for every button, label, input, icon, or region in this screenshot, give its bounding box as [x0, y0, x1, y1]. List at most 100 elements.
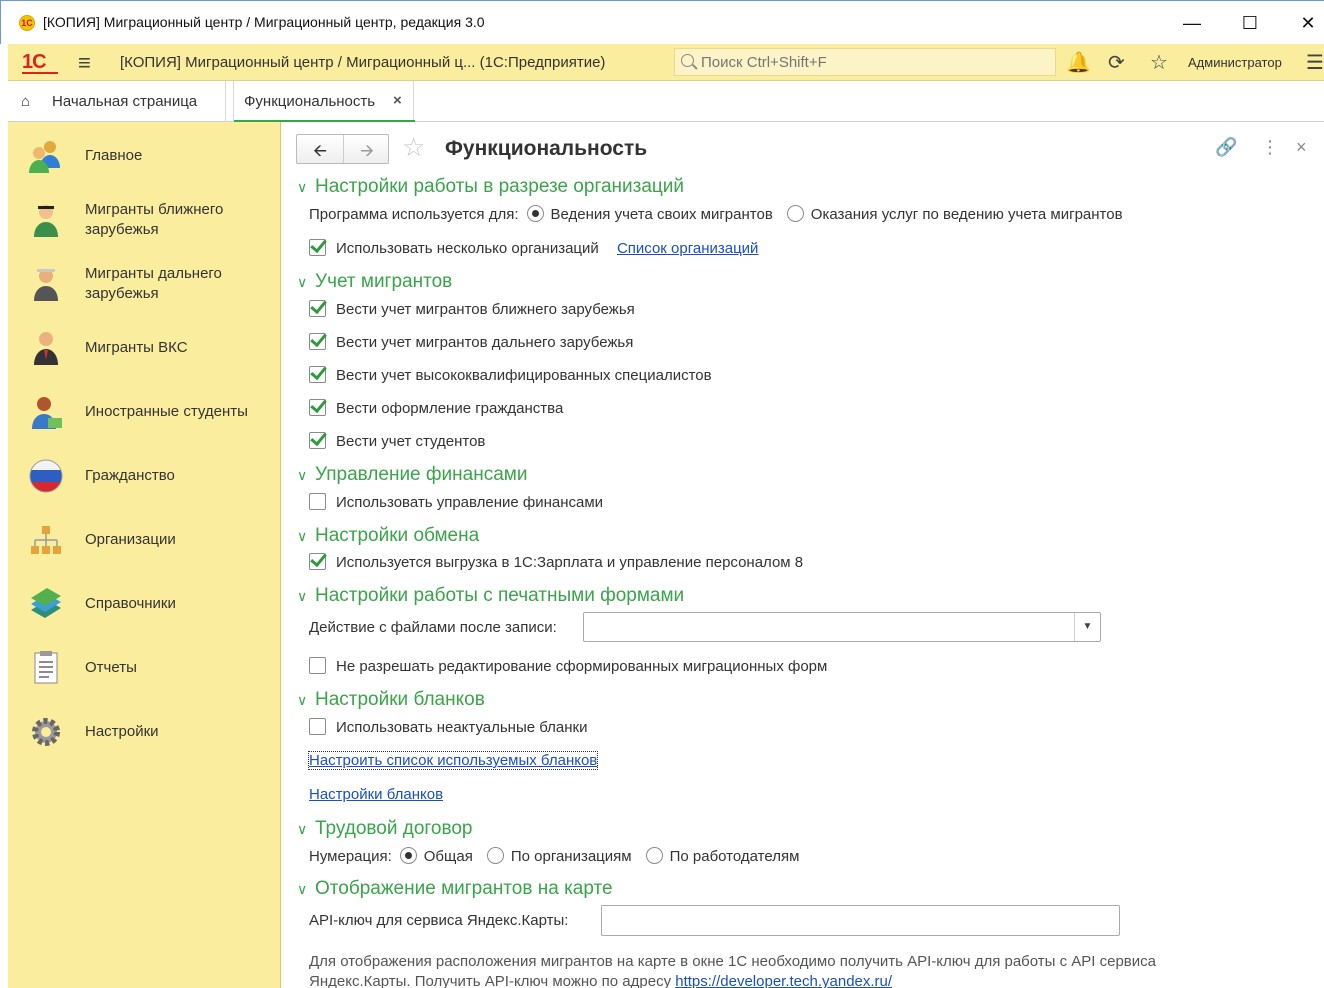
checkbox-finance[interactable]	[309, 493, 326, 510]
tab-home[interactable]: ⌂ Начальная страница	[8, 81, 226, 122]
section-title: Трудовой договор	[315, 818, 473, 839]
sidebar-item-students[interactable]: Иностранные студенты	[8, 382, 281, 442]
radio-common[interactable]	[399, 847, 417, 864]
link-row: Настройки бланков	[309, 786, 443, 803]
user-name[interactable]: Администратор	[1188, 55, 1282, 70]
forward-button[interactable]: 🡪	[344, 138, 390, 162]
app-logo-icon: 1С	[19, 15, 35, 31]
map-note-line1: Для отображения расположения мигрантов н…	[309, 953, 1156, 970]
checkbox-row: Используется выгрузка в 1С:Зарплата и уп…	[309, 553, 803, 571]
checkbox-row: Вести учет мигрантов ближнего зарубежья	[309, 300, 635, 318]
search-input[interactable]	[701, 52, 1041, 72]
sidebar-item-reports[interactable]: Отчеты	[8, 638, 281, 698]
bell-icon[interactable]: 🔔	[1066, 50, 1091, 75]
sidebar-item-label: Главное	[85, 147, 143, 164]
sidebar-item-catalogs[interactable]: Справочники	[8, 574, 281, 634]
file-action-select[interactable]: ▼	[583, 612, 1101, 642]
close-window-button[interactable]: ✕	[1285, 7, 1324, 39]
section-blanks[interactable]: ∨ Настройки бланков	[297, 689, 485, 711]
checkbox-label[interactable]: Не разрешать редактирование сформированн…	[336, 658, 827, 675]
checkbox-label[interactable]: Вести оформление гражданства	[336, 400, 563, 417]
checkbox-far-migrants[interactable]	[309, 333, 326, 350]
sidebar-item-vks[interactable]: Мигранты ВКС	[8, 318, 281, 378]
section-title: Настройки работы в разрезе организаций	[315, 176, 685, 197]
tabs-bar: ⌂ Начальная страница Функциональность ×	[8, 81, 1324, 123]
api-key-input[interactable]	[601, 905, 1120, 936]
more-actions-icon[interactable]: ⋮	[1261, 137, 1279, 158]
navigation-buttons: 🡨 🡪	[296, 134, 389, 164]
configure-blanks-list-link[interactable]: Настроить список используемых бланков	[307, 751, 599, 770]
radio-by-employers[interactable]	[645, 847, 663, 864]
checkbox-label[interactable]: Использовать неактуальные бланки	[336, 719, 588, 736]
sidebar-item-label: Мигранты дальнего зарубежья	[85, 265, 222, 302]
section-migrants-accounting[interactable]: ∨ Учет мигрантов	[297, 271, 452, 293]
checkbox-label[interactable]: Использовать управление финансами	[336, 494, 603, 511]
dropdown-arrow-icon[interactable]: ▼	[1074, 613, 1100, 641]
org-tree-icon	[31, 526, 61, 554]
brand-logo[interactable]: 1С	[22, 51, 47, 74]
checkbox-multi-org-label[interactable]: Использовать несколько организаций	[336, 240, 599, 257]
blanks-settings-link[interactable]: Настройки бланков	[309, 786, 443, 803]
checkbox-label[interactable]: Вести учет высококвалифицированных специ…	[336, 367, 712, 384]
settings-menu-icon[interactable]: ☰	[1306, 50, 1324, 75]
org-list-link[interactable]: Список организаций	[617, 240, 758, 257]
sidebar-item-far-migrants[interactable]: Мигранты дальнего зарубежья	[8, 254, 281, 314]
checkbox-zup-export[interactable]	[309, 553, 326, 570]
radio-services[interactable]	[786, 205, 804, 222]
radio-own-migrants[interactable]	[526, 205, 544, 222]
checkbox-students[interactable]	[309, 432, 326, 449]
radio-by-organizations[interactable]	[486, 847, 504, 864]
search-box[interactable]	[674, 48, 1056, 76]
section-labor-contract[interactable]: ∨ Трудовой договор	[297, 818, 473, 840]
tab-functionality[interactable]: Функциональность ×	[233, 81, 415, 123]
checkbox-label[interactable]: Вести учет мигрантов дальнего зарубежья	[336, 334, 633, 351]
chevron-down-icon: ∨	[297, 467, 308, 483]
radio-by-employers-label[interactable]: По работодателям	[670, 848, 800, 865]
checkbox-multi-org[interactable]	[309, 239, 326, 256]
checkbox-label[interactable]: Вести учет студентов	[336, 433, 485, 450]
sidebar-item-citizenship[interactable]: Гражданство	[8, 446, 281, 506]
sidebar-item-settings[interactable]: Настройки	[8, 702, 281, 762]
sidebar-item-organizations[interactable]: Организации	[8, 510, 281, 570]
radio-services-label[interactable]: Оказания услуг по ведению учета мигранто…	[811, 206, 1123, 223]
favorite-star-icon[interactable]: ☆	[402, 134, 425, 160]
sidebar-item-main[interactable]: Главное	[8, 126, 281, 186]
section-exchange[interactable]: ∨ Настройки обмена	[297, 525, 479, 547]
sidebar-item-label: Гражданство	[85, 467, 175, 484]
specialist-icon	[34, 332, 58, 365]
numbering-label: Нумерация:	[309, 848, 392, 865]
favorites-star-icon[interactable]: ☆	[1150, 50, 1168, 75]
report-icon	[34, 651, 58, 684]
chevron-down-icon: ∨	[297, 821, 308, 837]
chevron-down-icon: ∨	[297, 588, 308, 604]
section-organizations[interactable]: ∨ Настройки работы в разрезе организаций	[297, 176, 684, 198]
section-map[interactable]: ∨ Отображение мигрантов на карте	[297, 878, 613, 900]
radio-own-migrants-label[interactable]: Ведения учета своих мигрантов	[551, 206, 773, 223]
window-title: [КОПИЯ] Миграционный центр / Миграционны…	[43, 14, 485, 30]
radio-by-organizations-label[interactable]: По организациям	[511, 848, 632, 865]
section-print-forms[interactable]: ∨ Настройки работы с печатными формами	[297, 585, 684, 607]
checkbox-near-migrants[interactable]	[309, 300, 326, 317]
sidebar-item-label: Отчеты	[85, 659, 137, 676]
tab-home-label: Начальная страница	[52, 93, 198, 110]
checkbox-label[interactable]: Используется выгрузка в 1С:Зарплата и уп…	[336, 554, 803, 571]
main-menu-icon[interactable]: ≡	[78, 50, 91, 76]
minimize-button[interactable]: —	[1169, 7, 1215, 39]
checkbox-obsolete-blanks[interactable]	[309, 718, 326, 735]
close-tab-icon[interactable]: ×	[393, 92, 402, 109]
checkbox-specialists[interactable]	[309, 366, 326, 383]
link-row: Настроить список используемых бланков	[307, 751, 599, 770]
history-icon[interactable]: ⟳	[1108, 50, 1125, 75]
close-form-icon[interactable]: ×	[1296, 137, 1307, 158]
radio-common-label[interactable]: Общая	[424, 848, 473, 865]
back-button[interactable]: 🡨	[297, 138, 343, 162]
checkbox-forbid-editing[interactable]	[309, 657, 326, 674]
checkbox-citizenship[interactable]	[309, 399, 326, 416]
yandex-developer-link[interactable]: https://developer.tech.yandex.ru/	[675, 973, 892, 988]
books-icon	[31, 588, 61, 618]
maximize-button[interactable]: ☐	[1227, 7, 1273, 39]
link-icon[interactable]: 🔗	[1215, 137, 1237, 158]
checkbox-label[interactable]: Вести учет мигрантов ближнего зарубежья	[336, 301, 635, 318]
section-finance[interactable]: ∨ Управление финансами	[297, 464, 527, 486]
sidebar-item-near-migrants[interactable]: Мигранты ближнего зарубежья	[8, 190, 281, 250]
